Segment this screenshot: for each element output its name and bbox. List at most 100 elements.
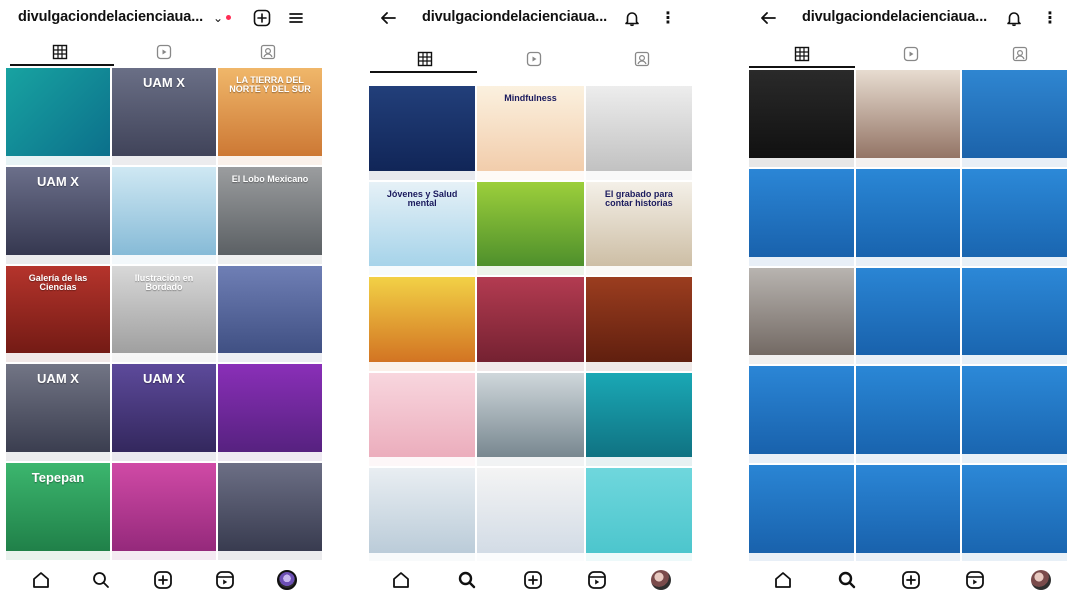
search-icon[interactable] [90, 569, 112, 591]
logo-strip [477, 170, 584, 180]
post-thumbnail[interactable]: El grabado para contar historias [585, 181, 692, 276]
bottom-nav [366, 561, 695, 597]
post-thumbnail[interactable] [218, 463, 322, 560]
post-thumbnail[interactable] [6, 68, 110, 165]
post-thumbnail[interactable] [477, 372, 584, 467]
post-thumbnail[interactable] [218, 265, 322, 363]
bell-icon[interactable] [622, 8, 642, 28]
post-thumbnail[interactable] [369, 372, 476, 467]
post-thumbnail[interactable]: Jóvenes y Salud mental [369, 181, 476, 276]
profile-avatar-icon[interactable] [276, 569, 298, 591]
post-thumbnail[interactable] [585, 277, 692, 371]
post-thumbnail[interactable] [855, 366, 961, 464]
post-thumbnail[interactable]: Galería de las Ciencias [6, 265, 110, 363]
post-thumbnail[interactable] [749, 168, 854, 266]
home-icon[interactable] [30, 569, 52, 591]
post-thumbnail[interactable] [477, 181, 584, 276]
post-thumbnail[interactable]: Ilustración en Bordado [112, 265, 216, 363]
more-options-icon[interactable]: ⋮ [1040, 8, 1060, 28]
post-thumbnail[interactable]: UAM X [6, 364, 110, 462]
post-thumbnail[interactable] [962, 70, 1067, 167]
post-thumbnail[interactable] [749, 70, 854, 167]
reels-icon[interactable] [964, 569, 986, 591]
profile-tabs [366, 45, 695, 73]
post-thumbnail[interactable] [855, 465, 961, 562]
username[interactable]: divulgaciondelacienciaua... [802, 9, 992, 25]
tab-tagged[interactable] [628, 45, 656, 73]
post-thumbnail[interactable] [112, 166, 216, 264]
username[interactable]: divulgaciondelacienciaua... [18, 9, 208, 25]
home-icon[interactable] [772, 569, 794, 591]
username[interactable]: divulgaciondelacienciaua... [422, 9, 612, 25]
post-thumbnail[interactable]: Tepepan [6, 463, 110, 560]
post-thumbnail[interactable] [218, 364, 322, 462]
search-icon[interactable] [456, 569, 478, 591]
post-thumbnail[interactable] [855, 168, 961, 266]
tab-reels[interactable] [520, 45, 548, 73]
post-thumbnail[interactable] [749, 267, 854, 365]
profile-avatar-icon[interactable] [650, 569, 672, 591]
post-thumbnail[interactable]: LA TIERRA DEL NORTE Y DEL SUR [218, 68, 322, 165]
add-icon[interactable] [252, 8, 272, 28]
post-thumbnail[interactable]: El Lobo Mexicano [218, 166, 322, 264]
search-icon[interactable] [836, 569, 858, 591]
more-options-icon[interactable]: ⋮ [658, 8, 678, 28]
tab-reels[interactable] [150, 38, 178, 66]
post-thumbnail[interactable] [749, 366, 854, 464]
post-thumbnail[interactable] [962, 465, 1067, 562]
tab-tagged[interactable] [254, 38, 282, 66]
post-thumbnail[interactable] [369, 86, 476, 180]
post-thumbnail[interactable] [749, 465, 854, 562]
create-icon[interactable] [152, 569, 174, 591]
tab-grid[interactable] [788, 40, 816, 68]
logo-strip [585, 266, 692, 276]
tab-grid[interactable] [46, 38, 74, 66]
post-thumbnail[interactable] [962, 267, 1067, 365]
logo-strip [218, 551, 322, 560]
post-thumbnail[interactable]: UAM X [112, 68, 216, 165]
chevron-down-icon[interactable]: ⌄ [208, 8, 228, 28]
tab-grid[interactable] [411, 45, 439, 73]
post-caption-text: UAM X [143, 75, 185, 90]
create-icon[interactable] [900, 569, 922, 591]
post-thumbnail[interactable] [369, 468, 476, 562]
post-thumbnail[interactable] [585, 86, 692, 180]
top-bar: divulgaciondelacienciaua... ⌄ [0, 0, 324, 36]
post-thumbnail[interactable] [585, 468, 692, 562]
post-thumbnail[interactable] [369, 277, 476, 371]
logo-strip [749, 256, 854, 266]
tab-reels[interactable] [897, 40, 925, 68]
logo-strip [962, 355, 1067, 365]
post-thumbnail[interactable]: UAM X [112, 364, 216, 462]
back-arrow-icon[interactable] [758, 8, 778, 28]
tab-indicator [749, 66, 855, 68]
post-thumbnail[interactable] [112, 463, 216, 560]
post-thumbnail[interactable]: Mindfulness [477, 86, 584, 180]
profile-panel-2: divulgaciondelacienciaua... ⋮ Mindfulnes… [366, 0, 695, 597]
reels-icon[interactable] [586, 569, 608, 591]
post-caption-text: Mindfulness [504, 93, 557, 103]
bell-icon[interactable] [1004, 8, 1024, 28]
logo-strip [369, 266, 476, 276]
home-icon[interactable] [390, 569, 412, 591]
post-thumbnail[interactable] [585, 372, 692, 467]
post-thumbnail[interactable] [962, 168, 1067, 266]
post-caption-text: UAM X [37, 173, 79, 189]
back-arrow-icon[interactable] [378, 8, 398, 28]
posts-grid: UAM X LA TIERRA DEL NORTE Y DEL SUR UAM X E… [6, 68, 322, 560]
post-thumbnail[interactable]: UAM X [6, 166, 110, 264]
logo-strip [218, 353, 322, 363]
post-caption-text: El Lobo Mexicano [231, 173, 309, 184]
create-icon[interactable] [522, 569, 544, 591]
post-caption-text: LA TIERRA DEL NORTE Y DEL SUR [229, 75, 311, 95]
reels-icon[interactable] [214, 569, 236, 591]
tab-tagged[interactable] [1006, 40, 1034, 68]
post-thumbnail[interactable] [477, 468, 584, 562]
post-thumbnail[interactable] [962, 366, 1067, 464]
post-thumbnail[interactable] [477, 277, 584, 371]
profile-avatar-icon[interactable] [1030, 569, 1052, 591]
menu-icon[interactable] [286, 8, 306, 28]
logo-strip [369, 457, 476, 467]
post-thumbnail[interactable] [855, 267, 961, 365]
post-thumbnail[interactable] [855, 70, 961, 167]
